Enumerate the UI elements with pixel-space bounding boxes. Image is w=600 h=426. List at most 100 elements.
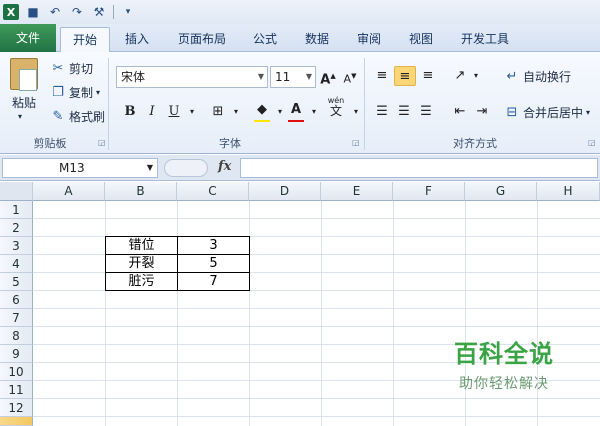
alignment-launcher-icon[interactable]: ◲ [588,138,596,147]
row-header-3[interactable]: 3 [0,237,33,255]
column-header-c[interactable]: C [177,182,249,201]
increase-indent-icon[interactable]: ⇥ [472,102,492,122]
tab-data[interactable]: 数据 [296,27,338,52]
row-header-10[interactable]: 10 [0,363,33,381]
format-painter-label: 格式刷 [69,110,106,124]
row-header-11[interactable]: 11 [0,381,33,399]
font-name-select[interactable]: 宋体 ▼ [116,66,268,88]
tab-view[interactable]: 视图 [400,27,442,52]
font-launcher-icon[interactable]: ◲ [352,138,360,147]
column-header-h[interactable]: H [537,182,600,201]
cell-c4[interactable]: 5 [178,255,249,273]
save-icon[interactable]: ■ [25,4,41,20]
customize-icon[interactable]: ⚒ [91,4,107,20]
merge-center-button[interactable]: ⊟ 合并后居中 ▾ [504,104,590,121]
tab-page-layout[interactable]: 页面布局 [170,27,234,52]
row-header-5[interactable]: 5 [0,273,33,291]
phonetic-icon[interactable]: wén 文 [326,96,346,117]
row-header-7[interactable]: 7 [0,309,33,327]
row-header-8[interactable]: 8 [0,327,33,345]
cell-c5[interactable]: 7 [178,273,249,291]
orientation-dropdown-icon[interactable]: ▾ [466,66,486,86]
font-color-bar [288,120,304,122]
copy-icon: ❐ [52,85,64,100]
decrease-indent-icon[interactable]: ⇤ [450,102,470,122]
excel-logo-icon[interactable]: X [3,4,19,20]
column-header-a[interactable]: A [33,182,105,201]
column-header-g[interactable]: G [465,182,537,201]
row-header-1[interactable]: 1 [0,201,33,219]
underline-button[interactable]: U [164,102,184,122]
column-header-f[interactable]: F [393,182,465,201]
paste-dropdown-icon[interactable]: ▾ [18,112,22,121]
column-header-e[interactable]: E [321,182,393,201]
phonetic-dropdown-icon[interactable]: ▾ [346,102,366,122]
wrap-text-button[interactable]: ↵ 自动换行 [504,68,571,85]
gridline [249,201,250,426]
font-size-select[interactable]: 11 ▼ [270,66,316,88]
merge-dropdown-icon: ▾ [586,108,591,117]
watermark: 百科全说 助你轻松解决 [424,334,584,404]
wrap-text-label: 自动换行 [523,70,572,84]
qat-dropdown-icon[interactable]: ▾ [120,4,136,20]
gridline [393,201,394,426]
tab-insert[interactable]: 插入 [114,27,160,52]
copy-button[interactable]: ❐ 复制 ▾ [50,84,100,101]
alignment-group-label: 对齐方式 [453,137,497,150]
gridline [33,308,600,309]
fill-color-icon[interactable]: ◆ [252,100,272,120]
font-color-icon[interactable]: A [286,100,306,120]
gridline [33,416,600,417]
insert-function-icon[interactable]: fx [218,159,231,174]
cell-b4[interactable]: 开裂 [106,255,177,273]
watermark-subtitle: 助你轻松解决 [459,376,549,392]
fill-color-bar [254,120,270,122]
align-top-icon[interactable]: ≡ [372,66,392,86]
shrink-font-button[interactable]: A▼ [340,66,360,86]
undo-icon[interactable]: ↶ [47,4,63,20]
cell-b5[interactable]: 脏污 [106,273,177,291]
column-header-b[interactable]: B [105,182,177,201]
row-header-6[interactable]: 6 [0,291,33,309]
clipboard-launcher-icon[interactable]: ◲ [98,138,106,147]
redo-icon[interactable]: ↷ [69,4,85,20]
paste-icon[interactable] [10,58,38,91]
font-color-dropdown-icon[interactable]: ▾ [304,102,324,122]
borders-dropdown-icon[interactable]: ▾ [226,102,246,122]
tab-developer[interactable]: 开发工具 [452,27,518,52]
borders-icon[interactable]: ⊞ [208,102,228,122]
name-box[interactable]: M13 ▼ [2,158,158,178]
formula-input[interactable] [240,158,598,178]
row-header-9[interactable]: 9 [0,345,33,363]
align-middle-icon[interactable]: ≡ [394,66,416,86]
align-center-icon[interactable]: ☰ [394,102,414,122]
cut-button[interactable]: ✂ 剪切 [50,60,93,77]
row-header-4[interactable]: 4 [0,255,33,273]
watermark-title: 百科全说 [454,340,554,368]
tab-formulas[interactable]: 公式 [244,27,286,52]
align-right-icon[interactable]: ☰ [416,102,436,122]
paste-button[interactable]: 粘贴 [12,94,36,111]
format-painter-button[interactable]: ✎ 格式刷 [50,108,105,125]
row-header-13[interactable] [0,417,33,426]
cell-b3[interactable]: 错位 [106,237,177,255]
underline-dropdown-icon[interactable]: ▾ [182,102,202,122]
tab-home[interactable]: 开始 [60,27,110,53]
column-header-d[interactable]: D [249,182,321,201]
bold-button[interactable]: B [120,102,140,122]
clipboard-group-label: 剪贴板 [33,137,67,150]
align-bottom-icon[interactable]: ≡ [418,66,438,86]
grow-font-button[interactable]: A▲ [318,66,338,87]
cell-c3[interactable]: 3 [178,237,249,255]
copy-dropdown-icon: ▾ [96,88,101,97]
align-left-icon[interactable]: ☰ [372,102,392,122]
formula-bar-resize-handle[interactable] [164,159,208,177]
row-header-2[interactable]: 2 [0,219,33,237]
row-header-12[interactable]: 12 [0,399,33,417]
select-all-corner[interactable] [0,182,33,201]
merge-center-label: 合并后居中 [523,106,584,120]
ribbon: 粘贴 ▾ ✂ 剪切 ❐ 复制 ▾ ✎ 格式刷 剪贴板 ◲ 宋体 ▼ 11 ▼ A… [0,52,600,154]
tab-file[interactable]: 文件 [0,24,56,52]
tab-review[interactable]: 审阅 [348,27,390,52]
italic-button[interactable]: I [142,102,162,122]
